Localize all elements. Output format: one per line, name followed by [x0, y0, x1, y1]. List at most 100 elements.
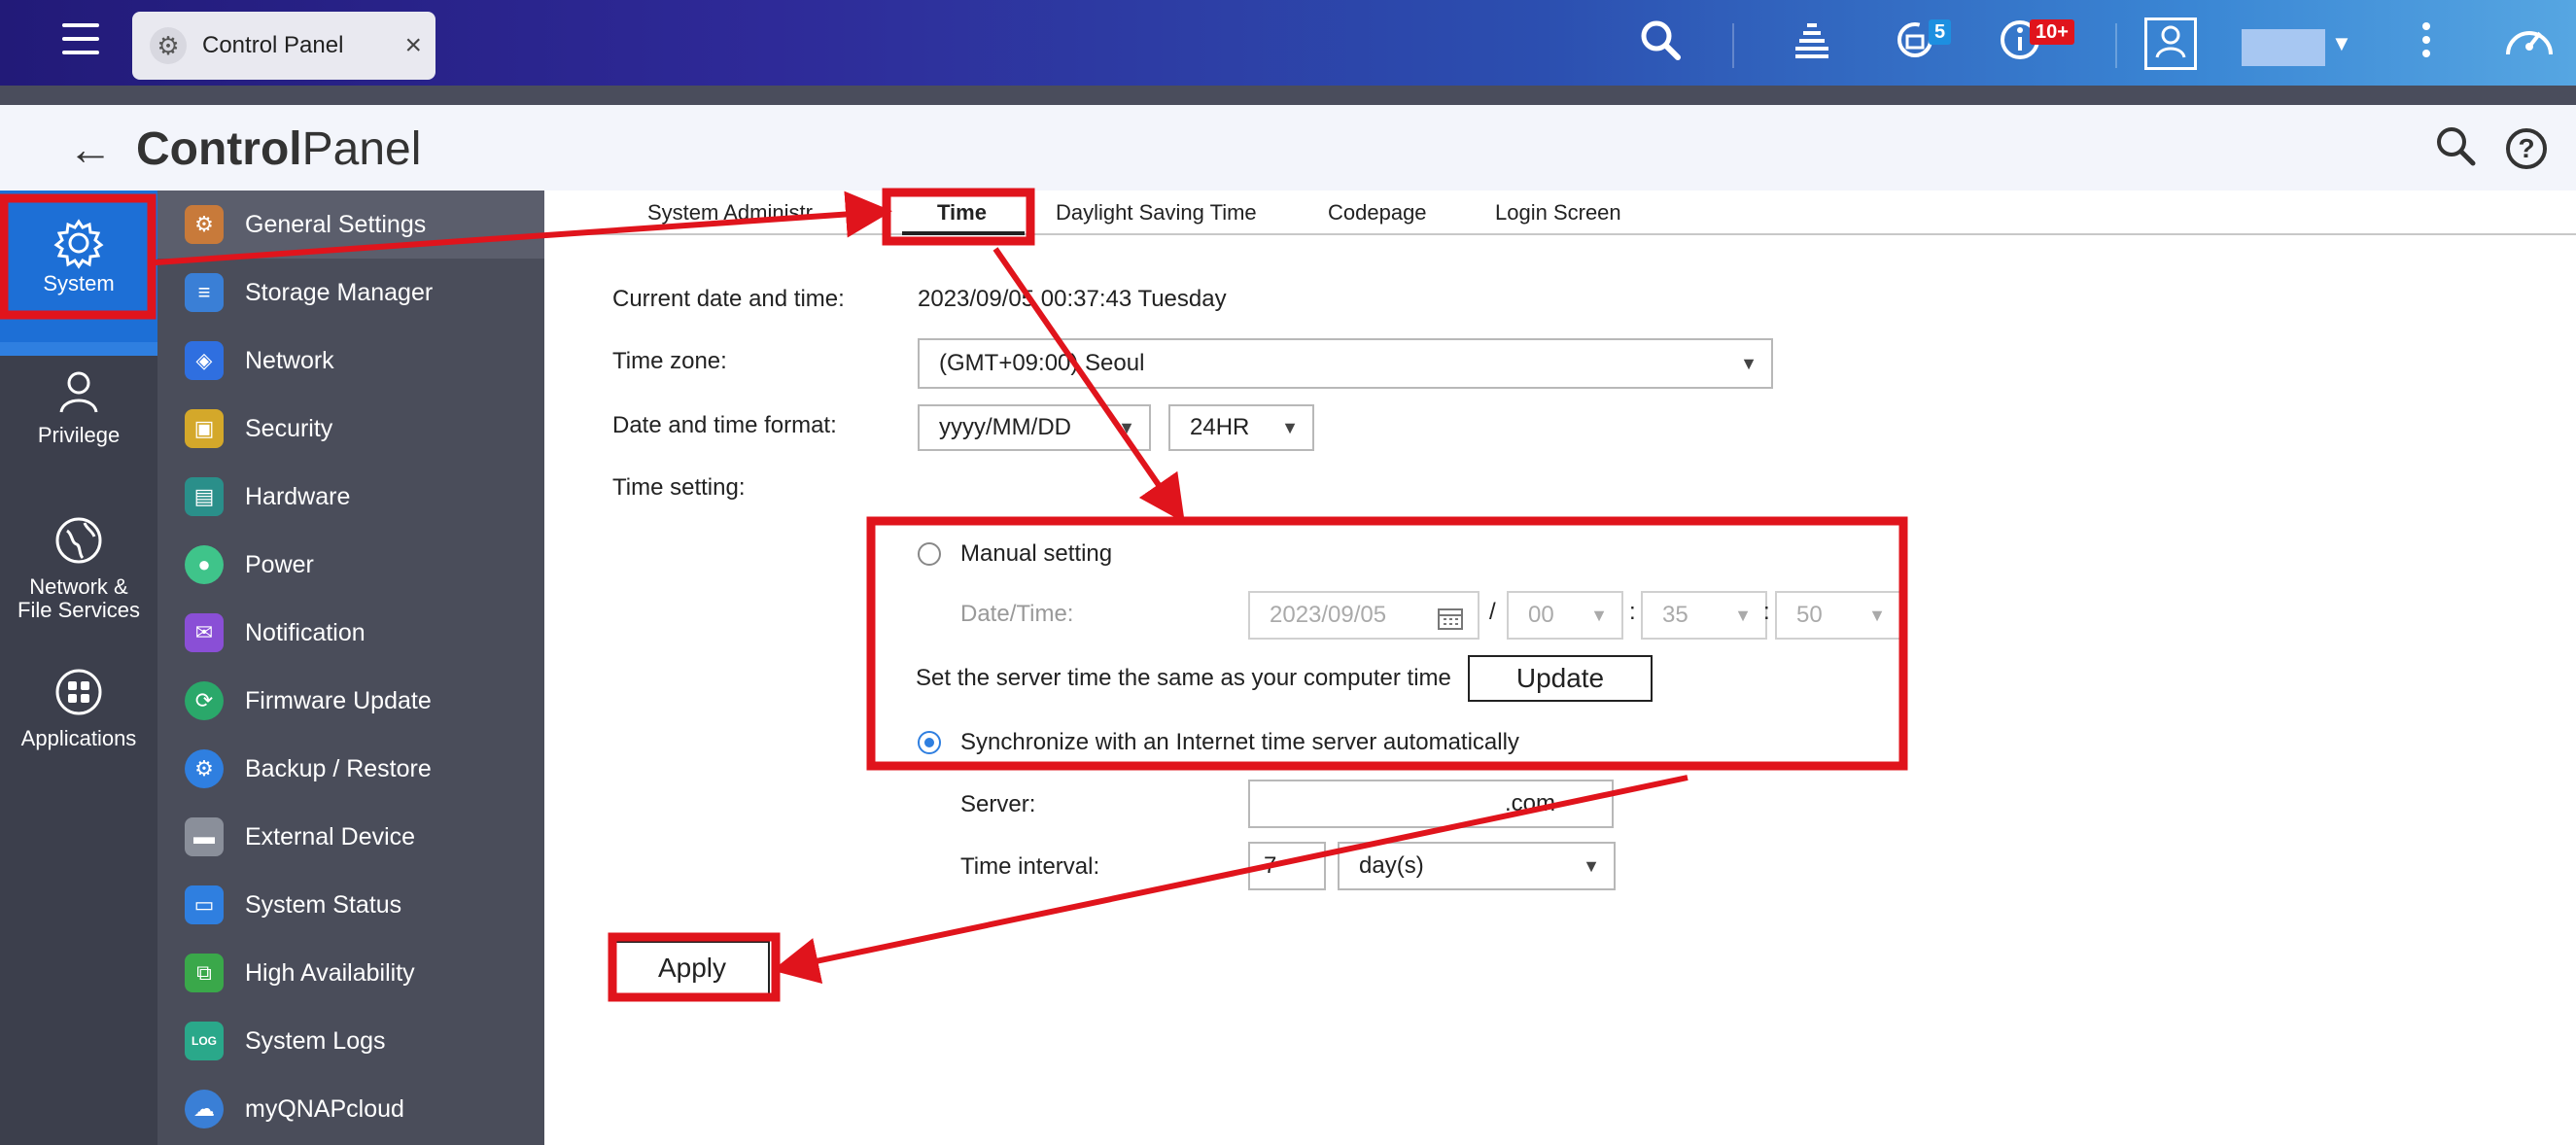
chevron-down-icon: ▼: [1281, 418, 1299, 437]
rail-label-network-line2: File Services: [17, 598, 140, 622]
tab-active-underline: [902, 231, 1025, 235]
user-icon: [0, 364, 157, 424]
sync-internet-label: Synchronize with an Internet time server…: [960, 729, 1519, 755]
chevron-down-icon: ▼: [1868, 606, 1886, 625]
lock-icon: ▣: [185, 409, 224, 448]
dashboard-icon[interactable]: [2502, 17, 2557, 72]
rail-item-system[interactable]: System: [0, 191, 157, 342]
close-icon[interactable]: ×: [404, 29, 422, 62]
tab-codepage[interactable]: Codepage: [1328, 200, 1427, 226]
search-icon[interactable]: [2434, 124, 2477, 177]
submenu-item-external-device[interactable]: ▬ External Device: [157, 803, 544, 871]
date-format-select[interactable]: yyyy/MM/DD ▼: [918, 404, 1151, 451]
hour-value: 00: [1528, 602, 1554, 628]
monitor-icon: ▭: [185, 885, 224, 924]
apps-icon: [0, 665, 157, 727]
submenu-item-backup-restore[interactable]: ⚙ Backup / Restore: [157, 735, 544, 803]
chevron-down-icon: ▼: [1590, 606, 1608, 625]
submenu-item-security[interactable]: ▣ Security: [157, 395, 544, 463]
page-header: ← ControlPanel ?: [0, 105, 2576, 191]
cloud-icon: ☁: [185, 1090, 224, 1128]
user-icon[interactable]: [2144, 17, 2197, 70]
submenu-label: Network: [245, 346, 334, 374]
current-datetime-label: Current date and time:: [612, 286, 845, 312]
server-input[interactable]: .com: [1248, 780, 1614, 828]
notification-badge: 5: [1929, 19, 1952, 45]
stack-icon[interactable]: [1785, 17, 1839, 72]
interval-value: 7: [1264, 852, 1277, 879]
sync-computer-label: Set the server time the same as your com…: [916, 665, 1451, 691]
tab-time[interactable]: Time: [937, 200, 987, 226]
tab-system-administration[interactable]: System Administr: [647, 200, 813, 226]
submenu-label: High Availability: [245, 958, 415, 987]
sync-internet-radio[interactable]: [918, 731, 941, 754]
rail-item-applications[interactable]: Applications: [0, 665, 157, 750]
format-label: Date and time format:: [612, 412, 837, 438]
tab-bar: System Administr Time Daylight Saving Ti…: [544, 191, 2576, 235]
submenu-label: System Status: [245, 890, 402, 919]
rail-item-network-file-services[interactable]: Network & File Services: [0, 513, 157, 622]
submenu-item-network[interactable]: ◈ Network: [157, 327, 544, 395]
chevron-down-icon: ▼: [1118, 418, 1135, 437]
submenu-item-firmware-update[interactable]: ⟳ Firmware Update: [157, 667, 544, 735]
chevron-down-icon[interactable]: ▼: [2331, 31, 2352, 56]
second-select[interactable]: 50 ▼: [1775, 591, 1901, 640]
rail-item-privilege[interactable]: Privilege: [0, 364, 157, 447]
interval-unit-value: day(s): [1359, 852, 1424, 879]
globe-icon: [0, 513, 157, 575]
timezone-label: Time zone:: [612, 348, 727, 374]
submenu-label: Backup / Restore: [245, 754, 432, 782]
search-icon[interactable]: [1633, 17, 1688, 72]
server-label: Server:: [960, 791, 1036, 817]
second-value: 50: [1796, 602, 1823, 628]
top-separator: [1732, 23, 1734, 68]
timezone-select[interactable]: (GMT+09:00) Seoul ▼: [918, 338, 1773, 389]
gear-icon: ⚙: [150, 27, 187, 64]
submenu-item-high-availability[interactable]: ⧉ High Availability: [157, 939, 544, 1007]
more-icon[interactable]: [2399, 17, 2454, 72]
tab-daylight-saving-time[interactable]: Daylight Saving Time: [1056, 200, 1257, 226]
rail-label-applications: Applications: [20, 726, 137, 750]
availability-icon: ⧉: [185, 954, 224, 992]
datetime-label: Date/Time:: [960, 601, 1074, 627]
menu-icon[interactable]: [58, 17, 103, 62]
submenu-item-myqnapcloud[interactable]: ☁ myQNAPcloud: [157, 1075, 544, 1143]
back-arrow-icon[interactable]: ←: [68, 122, 113, 175]
minute-value: 35: [1662, 602, 1688, 628]
calendar-icon[interactable]: [1437, 603, 1464, 647]
submenu-label: myQNAPcloud: [245, 1094, 404, 1123]
top-bar: ⚙ Control Panel × 5 10+ ▼: [0, 0, 2576, 86]
app-tab-control-panel[interactable]: ⚙ Control Panel ×: [132, 12, 435, 80]
page-title: ControlPanel: [136, 122, 421, 176]
chevron-down-icon: ▼: [1734, 606, 1752, 625]
page-title-bold: Control: [136, 123, 302, 175]
date-input[interactable]: 2023/09/05: [1248, 591, 1479, 640]
submenu-item-power[interactable]: ● Power: [157, 531, 544, 599]
submenu-item-storage-manager[interactable]: ≡ Storage Manager: [157, 259, 544, 327]
help-icon[interactable]: ?: [2506, 128, 2547, 169]
apply-button[interactable]: Apply: [614, 941, 770, 995]
chevron-down-icon: ▼: [1583, 856, 1600, 876]
submenu-item-hardware[interactable]: ▤ Hardware: [157, 463, 544, 531]
submenu-item-system-logs[interactable]: LOG System Logs: [157, 1007, 544, 1075]
rail-label-privilege: Privilege: [37, 423, 121, 447]
submenu-label: Security: [245, 414, 333, 442]
chevron-down-icon: ▼: [1740, 354, 1758, 373]
hour-format-select[interactable]: 24HR ▼: [1168, 404, 1314, 451]
submenu-item-general-settings[interactable]: ⚙ General Settings: [157, 191, 544, 259]
update-button[interactable]: Update: [1468, 655, 1653, 702]
interval-unit-select[interactable]: day(s) ▼: [1338, 842, 1616, 890]
tab-login-screen[interactable]: Login Screen: [1495, 200, 1621, 226]
hardware-icon: ▤: [185, 477, 224, 516]
network-icon: ◈: [185, 341, 224, 380]
app-tab-label: Control Panel: [202, 32, 344, 58]
minute-select[interactable]: 35 ▼: [1641, 591, 1767, 640]
submenu-item-system-status[interactable]: ▭ System Status: [157, 871, 544, 939]
submenu-label: Storage Manager: [245, 278, 434, 306]
user-name-box[interactable]: [2242, 29, 2325, 66]
date-value: 2023/09/05: [1270, 602, 1387, 628]
manual-setting-radio[interactable]: [918, 542, 941, 566]
submenu-item-notification[interactable]: ✉ Notification: [157, 599, 544, 667]
interval-input[interactable]: 7: [1248, 842, 1326, 890]
hour-select[interactable]: 00 ▼: [1507, 591, 1623, 640]
